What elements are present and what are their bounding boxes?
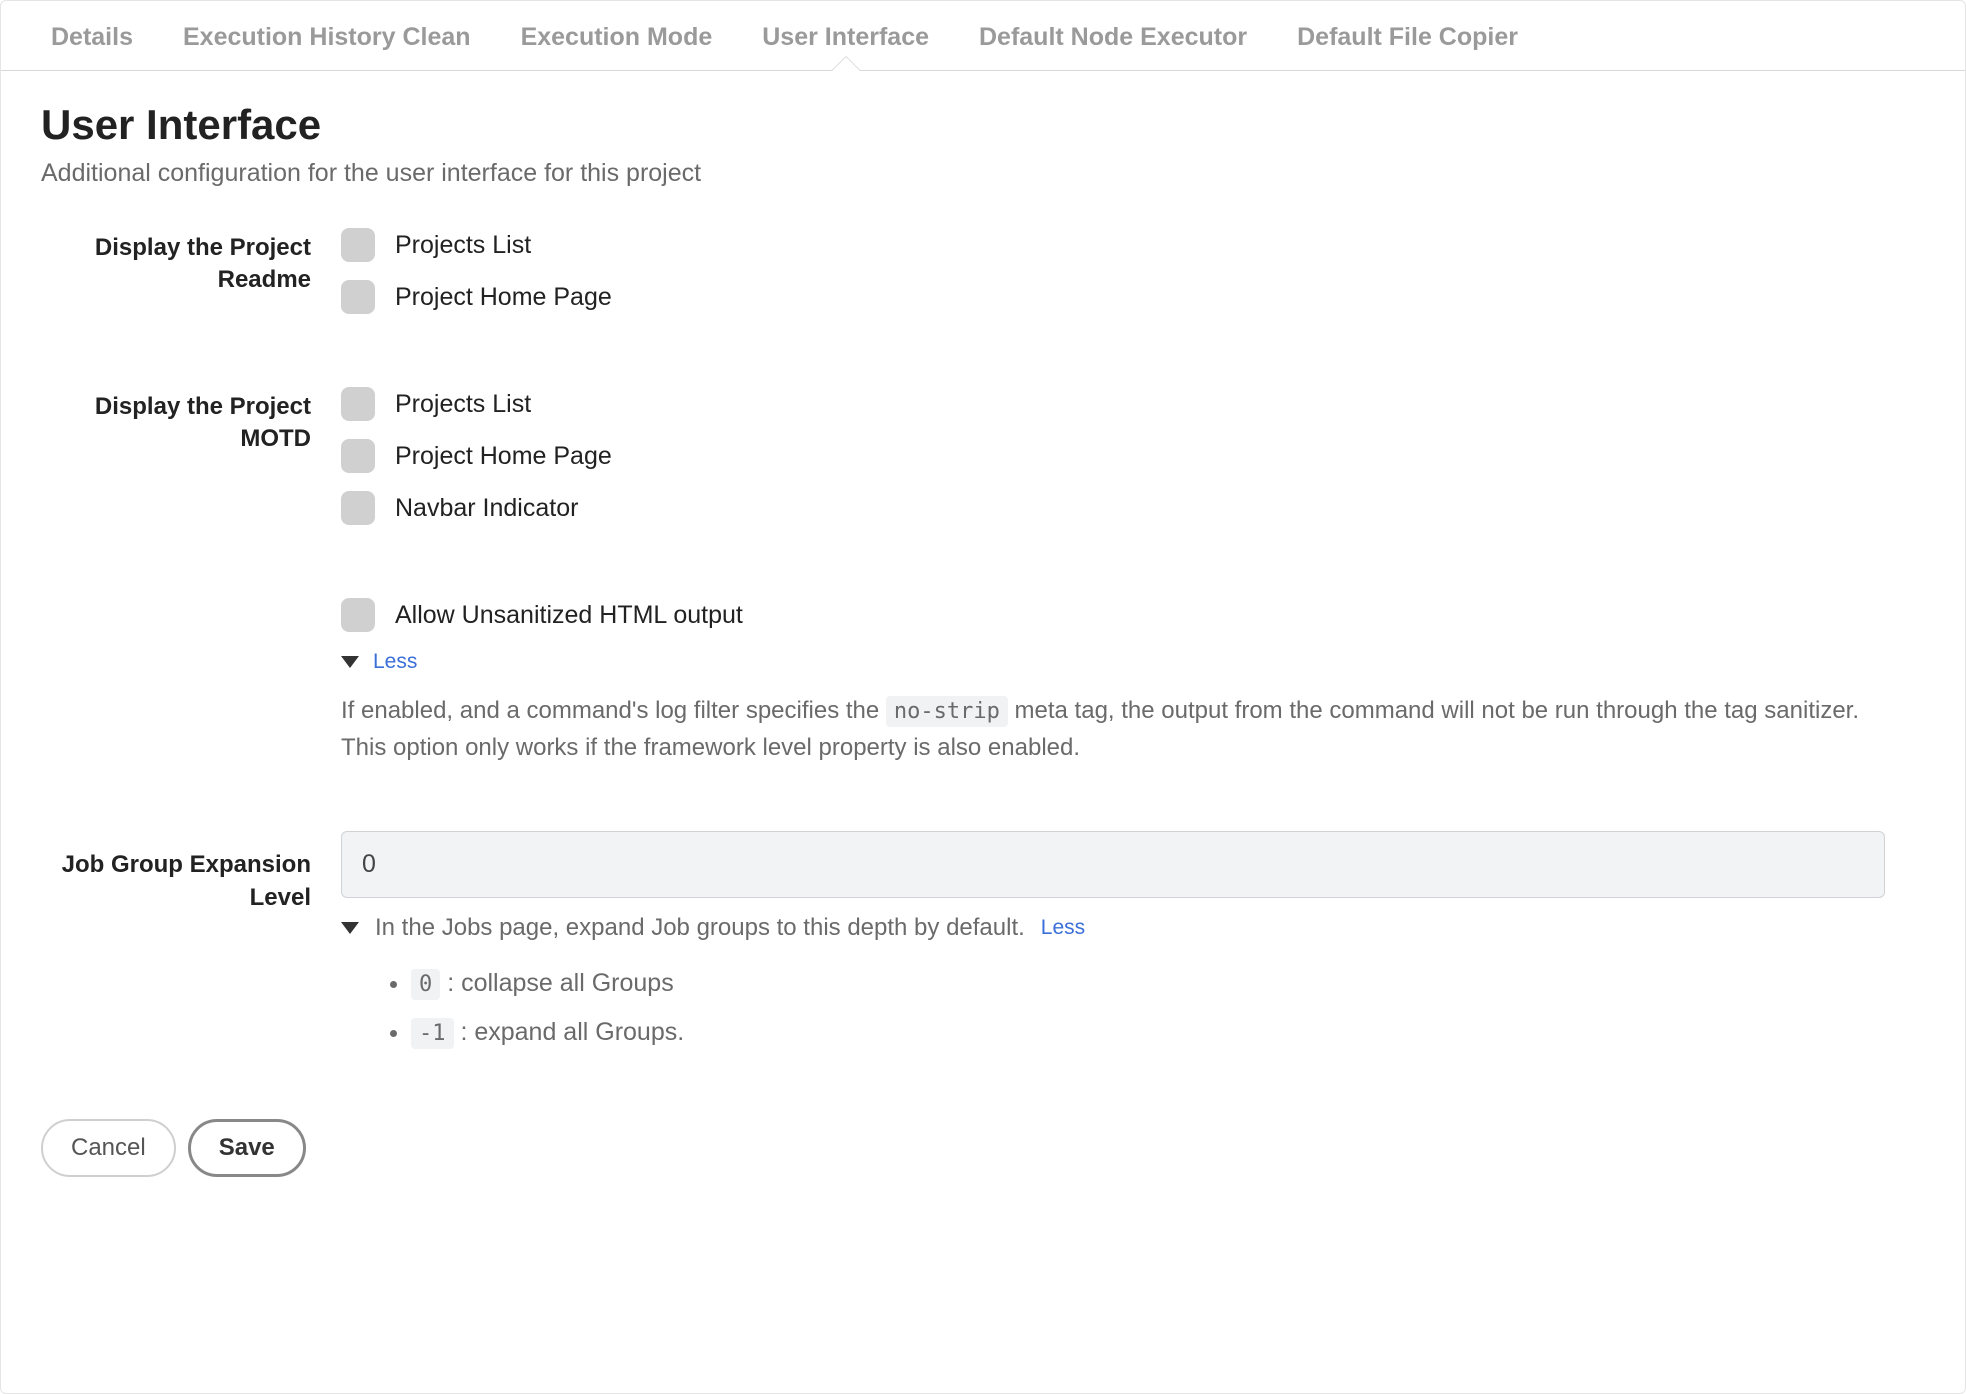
tab-details[interactable]: Details xyxy=(51,15,133,70)
chevron-down-icon[interactable] xyxy=(341,656,359,668)
tab-execution-history-clean[interactable]: Execution History Clean xyxy=(183,15,471,70)
job-group-expansion-input[interactable] xyxy=(341,831,1885,898)
code-no-strip: no-strip xyxy=(886,696,1008,727)
code-value: -1 xyxy=(411,1018,454,1049)
less-toggle-link[interactable]: Less xyxy=(373,650,417,674)
checkbox-label: Project Home Page xyxy=(395,442,612,471)
job-group-expansion-label: Job Group Expansion Level xyxy=(41,831,341,914)
tabs-bar: Details Execution History Clean Executio… xyxy=(1,1,1965,71)
checkbox-label: Allow Unsanitized HTML output xyxy=(395,601,743,630)
checkbox-motd-projects-list[interactable] xyxy=(341,387,375,421)
page-subtitle: Additional configuration for the user in… xyxy=(41,159,1925,188)
checkbox-readme-home-page[interactable] xyxy=(341,280,375,314)
checkbox-label: Navbar Indicator xyxy=(395,494,578,523)
tab-execution-mode[interactable]: Execution Mode xyxy=(521,15,713,70)
tab-user-interface[interactable]: User Interface xyxy=(762,15,929,70)
checkbox-readme-projects-list[interactable] xyxy=(341,228,375,262)
save-button[interactable]: Save xyxy=(188,1119,306,1177)
job-group-hint-list: 0 : collapse all Groups -1 : expand all … xyxy=(341,962,1885,1053)
checkbox-allow-unsanitized-html[interactable] xyxy=(341,598,375,632)
checkbox-label: Projects List xyxy=(395,231,531,260)
chevron-down-icon[interactable] xyxy=(341,922,359,934)
cancel-button[interactable]: Cancel xyxy=(41,1119,176,1177)
tab-default-file-copier[interactable]: Default File Copier xyxy=(1297,15,1518,70)
page-title: User Interface xyxy=(41,101,1925,149)
unsanitized-help-text: If enabled, and a command's log filter s… xyxy=(341,692,1885,766)
less-toggle-link[interactable]: Less xyxy=(1041,916,1085,940)
code-value: 0 xyxy=(411,969,440,1000)
tab-default-node-executor[interactable]: Default Node Executor xyxy=(979,15,1247,70)
checkbox-label: Projects List xyxy=(395,390,531,419)
readme-label: Display the Project Readme xyxy=(41,228,341,297)
list-item: -1 : expand all Groups. xyxy=(411,1011,1885,1054)
motd-label: Display the Project MOTD xyxy=(41,387,341,456)
list-item: 0 : collapse all Groups xyxy=(411,962,1885,1005)
checkbox-label: Project Home Page xyxy=(395,283,612,312)
job-group-hint-text: In the Jobs page, expand Job groups to t… xyxy=(375,914,1025,942)
checkbox-motd-navbar-indicator[interactable] xyxy=(341,491,375,525)
checkbox-motd-home-page[interactable] xyxy=(341,439,375,473)
